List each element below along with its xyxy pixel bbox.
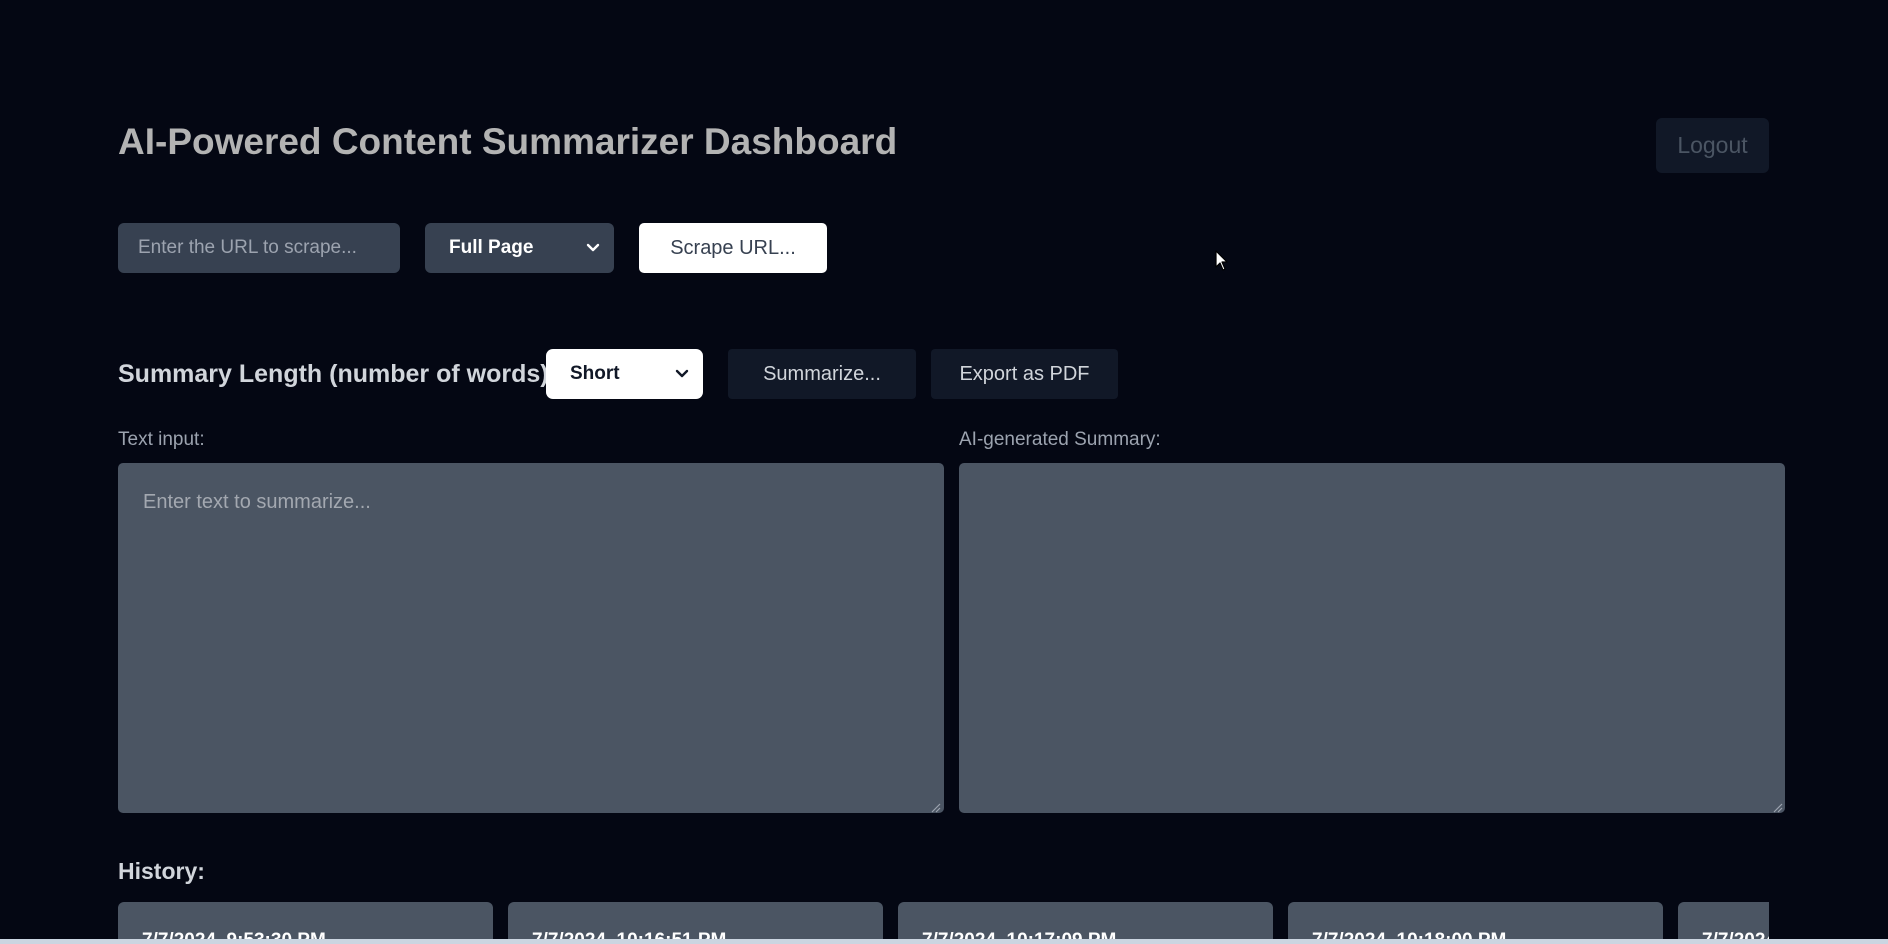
page-title: AI-Powered Content Summarizer Dashboard	[118, 121, 898, 162]
mouse-pointer-icon	[1215, 250, 1229, 272]
summary-length-label: Summary Length (number of words):	[118, 360, 557, 388]
history-heading: History:	[118, 858, 205, 884]
window-bottom-edge	[0, 939, 1888, 944]
url-input[interactable]	[118, 223, 400, 273]
text-input-area[interactable]	[118, 463, 944, 813]
export-pdf-button[interactable]: Export as PDF	[931, 349, 1118, 399]
history-item[interactable]: 7/7/2024, 10:17:09 PM	[898, 902, 1273, 944]
summarize-button[interactable]: Summarize...	[728, 349, 916, 399]
summary-length-value: Short	[570, 363, 620, 384]
chevron-down-icon	[673, 365, 691, 383]
history-list: 7/7/2024, 9:53:30 PM 7/7/2024, 10:16:51 …	[118, 902, 1769, 944]
dashboard-page: AI-Powered Content Summarizer Dashboard …	[0, 0, 1888, 944]
resize-grip-icon[interactable]	[929, 800, 941, 813]
history-item[interactable]: 7/7/2024, 10:16:51 PM	[508, 902, 883, 944]
summary-output-label: AI-generated Summary:	[959, 429, 1161, 450]
scrape-mode-select[interactable]: Full Page	[425, 223, 614, 273]
text-input-label: Text input:	[118, 429, 205, 450]
resize-grip-icon[interactable]	[1771, 800, 1783, 813]
history-item[interactable]: 7/7/2024	[1678, 902, 1769, 944]
history-item[interactable]: 7/7/2024, 9:53:30 PM	[118, 902, 493, 944]
logout-button[interactable]: Logout	[1656, 118, 1769, 173]
history-item[interactable]: 7/7/2024, 10:18:00 PM	[1288, 902, 1663, 944]
summary-length-select[interactable]: Short	[546, 349, 703, 399]
summary-output-area[interactable]	[959, 463, 1785, 813]
scrape-url-button[interactable]: Scrape URL...	[639, 223, 827, 273]
scrape-mode-value: Full Page	[449, 237, 534, 258]
chevron-down-icon	[584, 239, 602, 257]
